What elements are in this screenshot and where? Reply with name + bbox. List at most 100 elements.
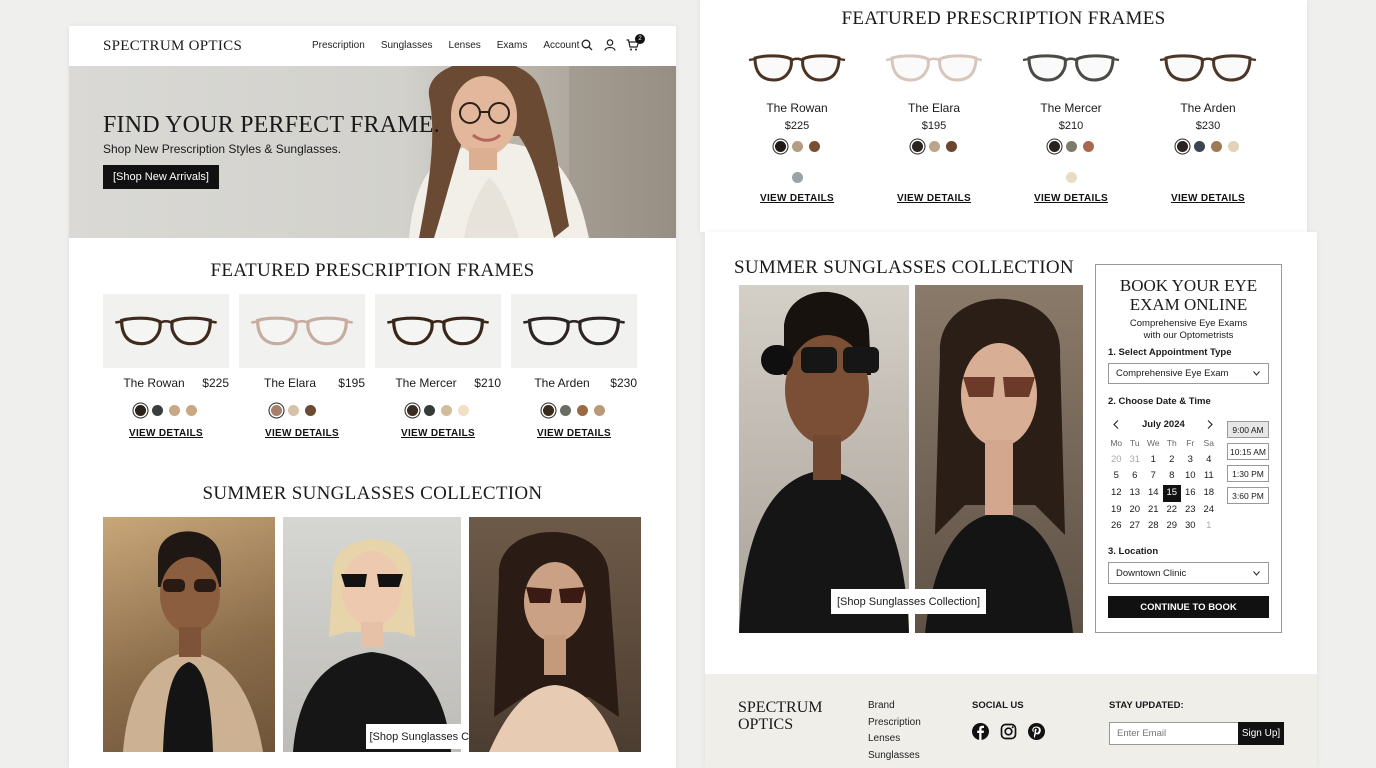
color-swatch[interactable] (169, 405, 180, 416)
view-details-link[interactable]: VIEW DETAILS (1011, 193, 1131, 204)
color-swatch[interactable] (594, 405, 605, 416)
location-select[interactable]: Downtown Clinic (1108, 562, 1269, 584)
calendar-day[interactable]: 1 (1200, 518, 1219, 535)
view-details-link[interactable]: VIEW DETAILS (239, 428, 365, 439)
calendar-day[interactable]: 4 (1200, 452, 1219, 469)
color-swatch[interactable] (808, 141, 820, 152)
calendar-day[interactable]: 11 (1200, 468, 1219, 485)
footer-link-sunglasses[interactable]: Sunglasses (868, 748, 921, 765)
color-swatch[interactable] (560, 405, 571, 416)
calendar-day[interactable]: 21 (1144, 502, 1163, 519)
color-swatch[interactable] (945, 141, 957, 152)
color-swatch[interactable] (911, 141, 923, 152)
color-swatch[interactable] (928, 141, 940, 152)
calendar-prev-icon[interactable] (1113, 420, 1119, 429)
color-swatch[interactable] (288, 405, 299, 416)
color-swatch[interactable] (792, 172, 803, 183)
frame-image-tile[interactable] (239, 294, 365, 368)
calendar-day[interactable]: 28 (1144, 518, 1163, 535)
color-swatch[interactable] (1228, 141, 1239, 152)
view-details-link[interactable]: VIEW DETAILS (511, 428, 637, 439)
time-slot[interactable]: 3:60 PM (1227, 487, 1269, 504)
view-details-link[interactable]: VIEW DETAILS (874, 193, 994, 204)
time-slot[interactable]: 1:30 PM (1227, 465, 1269, 482)
glasses-icon[interactable] (1158, 50, 1258, 86)
view-details-link[interactable]: VIEW DETAILS (103, 428, 229, 439)
time-slot[interactable]: 10:15 AM (1227, 443, 1269, 460)
calendar-day[interactable]: 1 (1144, 452, 1163, 469)
color-swatch[interactable] (1048, 141, 1060, 152)
calendar-day[interactable]: 5 (1107, 468, 1126, 485)
time-slot[interactable]: 9:00 AM (1227, 421, 1269, 438)
calendar-day[interactable]: 29 (1163, 518, 1182, 535)
sunglasses-model-image-4[interactable] (739, 285, 909, 633)
view-details-link[interactable]: VIEW DETAILS (1148, 193, 1268, 204)
calendar-next-icon[interactable] (1207, 420, 1213, 429)
instagram-icon[interactable] (1000, 723, 1017, 740)
view-details-link[interactable]: VIEW DETAILS (375, 428, 501, 439)
footer-brand[interactable]: SPECTRUM OPTICS (738, 699, 822, 733)
appointment-type-select[interactable]: Comprehensive Eye Exam (1108, 363, 1269, 384)
calendar-day[interactable]: 30 (1181, 518, 1200, 535)
calendar-day[interactable]: 27 (1126, 518, 1145, 535)
color-swatch[interactable] (791, 141, 803, 152)
color-swatch[interactable] (1066, 172, 1077, 183)
color-swatch[interactable] (1065, 141, 1077, 152)
color-swatch[interactable] (577, 405, 588, 416)
color-swatch[interactable] (1177, 141, 1188, 152)
calendar-day[interactable]: 14 (1144, 485, 1163, 502)
frame-image-tile[interactable] (103, 294, 229, 368)
color-swatch[interactable] (1211, 141, 1222, 152)
calendar-day[interactable]: 10 (1181, 468, 1200, 485)
calendar-day[interactable]: 13 (1126, 485, 1145, 502)
facebook-icon[interactable] (972, 723, 989, 740)
color-swatch[interactable] (152, 405, 163, 416)
color-swatch[interactable] (135, 405, 146, 416)
footer-link-lenses[interactable]: Lenses (868, 731, 921, 748)
calendar-day[interactable]: 2 (1163, 452, 1182, 469)
color-swatch[interactable] (1194, 141, 1205, 152)
calendar-day[interactable]: 23 (1181, 502, 1200, 519)
continue-to-book-button[interactable]: CONTINUE TO BOOK (1108, 596, 1269, 618)
color-swatch[interactable] (1082, 141, 1094, 152)
calendar-day[interactable]: 18 (1200, 485, 1219, 502)
calendar-day[interactable]: 20 (1126, 502, 1145, 519)
color-swatch[interactable] (424, 405, 435, 416)
nav-account[interactable]: Account (543, 40, 579, 51)
sunglasses-model-image-3[interactable] (469, 517, 641, 752)
calendar-day[interactable]: 3 (1181, 452, 1200, 469)
frame-image-tile[interactable] (511, 294, 637, 368)
glasses-icon[interactable] (884, 50, 984, 86)
brand-logo[interactable]: SPECTRUM OPTICS (103, 38, 242, 55)
color-swatch[interactable] (407, 405, 418, 416)
color-swatch[interactable] (774, 141, 786, 152)
nav-prescription[interactable]: Prescription (312, 40, 365, 51)
pinterest-icon[interactable] (1028, 723, 1045, 740)
calendar-day[interactable]: 20 (1107, 452, 1126, 469)
calendar-day[interactable]: 31 (1126, 452, 1145, 469)
nav-lenses[interactable]: Lenses (449, 40, 481, 51)
color-swatch[interactable] (458, 405, 469, 416)
color-swatch[interactable] (441, 405, 452, 416)
sunglasses-model-image-2[interactable] (283, 517, 461, 752)
color-swatch[interactable] (543, 405, 554, 416)
shop-sunglasses-collection-button-2[interactable]: [Shop Sunglasses Collection] (831, 589, 986, 614)
calendar-day[interactable]: 6 (1126, 468, 1145, 485)
footer-link-brand[interactable]: Brand (868, 698, 921, 715)
calendar-day[interactable]: 22 (1163, 502, 1182, 519)
calendar-day[interactable]: 26 (1107, 518, 1126, 535)
calendar-day[interactable]: 19 (1107, 502, 1126, 519)
sunglasses-model-image-1[interactable] (103, 517, 275, 752)
frame-image-tile[interactable] (375, 294, 501, 368)
view-details-link[interactable]: VIEW DETAILS (737, 193, 857, 204)
shop-new-arrivals-button[interactable]: [Shop New Arrivals] (103, 165, 219, 189)
calendar-day[interactable]: 7 (1144, 468, 1163, 485)
glasses-icon[interactable] (747, 50, 847, 86)
sign-up-button[interactable]: Sign Up] (1238, 722, 1284, 745)
calendar-day[interactable]: 15 (1162, 485, 1181, 502)
calendar-day[interactable]: 12 (1107, 485, 1126, 502)
nav-sunglasses[interactable]: Sunglasses (381, 40, 433, 51)
color-swatch[interactable] (186, 405, 197, 416)
color-swatch[interactable] (305, 405, 316, 416)
calendar-day[interactable]: 8 (1163, 468, 1182, 485)
